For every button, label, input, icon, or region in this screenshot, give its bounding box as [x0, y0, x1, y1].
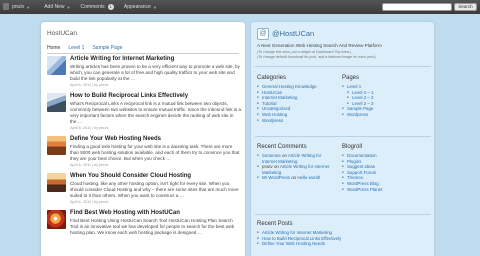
post-thumbnail[interactable]: [47, 93, 66, 112]
comment-post-link[interactable]: Hello world!: [297, 175, 320, 180]
site-logo-icon[interactable]: @: [257, 28, 269, 40]
post-meta: April 6, 2011 | by pnutv: [70, 163, 109, 167]
tab-home[interactable]: Home: [47, 44, 60, 53]
comment-author[interactable]: Someone: [262, 153, 281, 158]
chevron-down-icon: ▼: [66, 4, 71, 10]
chevron-down-icon: ▼: [152, 4, 157, 10]
chevron-down-icon: ▼: [26, 4, 31, 10]
comment-author: pnutv: [262, 164, 273, 170]
post-title[interactable]: How to Build Reciprocal Links Effectivel…: [70, 93, 241, 100]
widget-title: Blogroll: [342, 144, 363, 150]
post-item: How to Build Reciprocal Links Effectivel…: [47, 93, 241, 130]
post-meta: April 6, 2011 | by pnutv: [70, 83, 109, 87]
sidebar: @ @HostUCan A Next Generation Web Hostin…: [251, 22, 434, 256]
post-excerpt: Writing articles has been proven to be a…: [70, 64, 240, 81]
admin-bar: pnutv ▼ Add New ▼ Comments 1 Appearance …: [0, 0, 480, 14]
widget-hints: (To change this area, put a widget at Da…: [257, 50, 376, 60]
post-excerpt: Find Best Hosting Using HostUCan Search …: [70, 218, 235, 235]
recent-comments-widget: Recent Comments Someone on Article Writi…: [257, 144, 337, 181]
comment-item: Mr WordPress on Hello world!: [257, 175, 337, 181]
search-input[interactable]: [382, 3, 452, 11]
comments-label: Comments: [80, 4, 105, 10]
post-title[interactable]: Article Writing for Internet Marketing: [70, 56, 241, 63]
widget-title: Pages: [342, 75, 360, 81]
hint-text: (To change default thumbnail for post, a…: [257, 55, 377, 59]
post-excerpt: What's Reciprocal Links A reciprocal lin…: [70, 101, 241, 124]
comment-on: on: [291, 175, 297, 181]
tagline: A Next Generation Web Hosting Search And…: [257, 43, 382, 48]
post-thumbnail[interactable]: [47, 56, 66, 75]
category-link[interactable]: Wordpress: [257, 118, 337, 124]
widget-title: Recent Posts: [257, 221, 293, 227]
sidebar-title[interactable]: @HostUCan: [272, 29, 314, 38]
blogroll-widget: Blogroll Documentation Plugins Suggest I…: [342, 144, 428, 192]
post-meta: April 6, 2011 | by pnutv: [70, 200, 109, 204]
pages-widget: Pages Level 1 Level 2 – 1 Level 2 – 2 Le…: [342, 75, 428, 118]
post-excerpt: Finding a good web hosting for your web …: [70, 144, 240, 161]
categories-widget: Categories General Hosting Knowledge Hos…: [257, 75, 337, 123]
post-item: When You Should Consider Cloud Hosting C…: [47, 173, 241, 204]
nav-tabs: Home Level 1 Sample Page: [47, 44, 239, 54]
page-link[interactable]: Wordpress: [342, 112, 428, 118]
post-item: Find Best Web Hosting with HostUCan Find…: [47, 210, 241, 236]
post-item: Article Writing for Internet Marketing W…: [47, 56, 241, 87]
appearance-label: Appearance: [123, 4, 151, 10]
comments-menu[interactable]: Comments 1: [80, 0, 114, 14]
recent-post-link[interactable]: Define Your Web Hosting Needs: [257, 241, 427, 247]
comment-author[interactable]: Mr WordPress: [262, 175, 290, 180]
site-title[interactable]: HostUCan: [47, 30, 77, 37]
post-excerpt: Cloud hosting, like any other hosting op…: [70, 181, 239, 198]
search-button[interactable]: Search: [454, 3, 477, 11]
post-thumbnail[interactable]: [47, 136, 66, 155]
widget-title: Recent Comments: [257, 144, 307, 150]
post-thumbnail[interactable]: [47, 173, 66, 192]
add-new-menu[interactable]: Add New ▼: [44, 0, 70, 14]
appearance-menu[interactable]: Appearance ▼: [124, 0, 157, 14]
recent-posts-widget: Recent Posts Article Writing for Interne…: [257, 221, 427, 247]
tab-level-1[interactable]: Level 1: [68, 44, 84, 53]
post-list: Article Writing for Internet Marketing W…: [47, 56, 241, 242]
post-thumbnail[interactable]: [47, 210, 66, 229]
divider: [255, 136, 431, 137]
user-menu[interactable]: pnutv ▼: [12, 0, 30, 14]
widget-title: Categories: [257, 75, 287, 81]
post-title[interactable]: Find Best Web Hosting with HostUCan: [70, 210, 241, 217]
post-item: Define Your Web Hosting Needs Finding a …: [47, 136, 241, 167]
user-avatar-icon[interactable]: [3, 3, 9, 10]
post-title[interactable]: Define Your Web Hosting Needs: [70, 136, 241, 143]
comment-on: on: [273, 164, 279, 170]
user-name: pnutv: [12, 4, 25, 10]
comment-post-link[interactable]: Article Writing for Internet Marketing: [262, 164, 329, 175]
divider: [255, 66, 431, 67]
comments-count-badge: 1: [107, 4, 114, 10]
post-title[interactable]: When You Should Consider Cloud Hosting: [70, 173, 241, 180]
main-content: HostUCan Home Level 1 Sample Page Articl…: [41, 22, 245, 256]
add-new-label: Add New: [44, 4, 65, 10]
tab-sample-page[interactable]: Sample Page: [92, 44, 122, 53]
blogroll-link[interactable]: WordPress Planet: [342, 187, 428, 193]
comment-item: pnutv on Article Writing for Internet Ma…: [257, 164, 337, 175]
post-meta: April 6, 2011 | by pnutv: [70, 126, 109, 130]
divider: [255, 214, 431, 215]
comment-item: Someone on Article Writing for Internet …: [257, 153, 337, 164]
comment-on: on: [282, 153, 287, 158]
